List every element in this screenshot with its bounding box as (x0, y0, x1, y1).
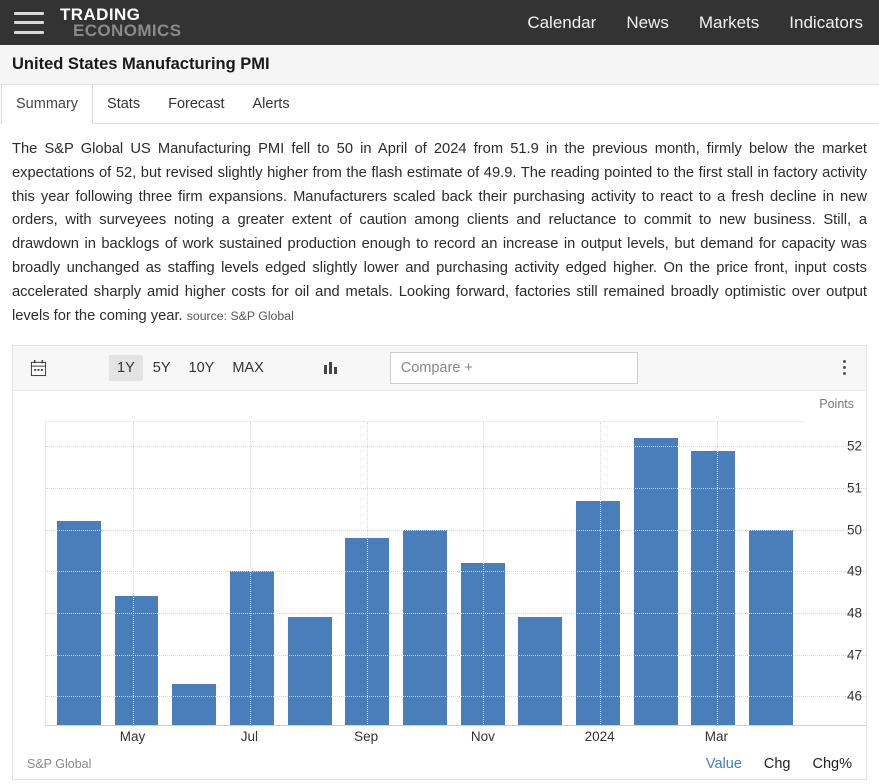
chart-card: 1Y 5Y 10Y MAX Points 52515049484746 M (12, 344, 867, 780)
bar-slot (165, 422, 223, 726)
bar-slot (627, 422, 685, 726)
bar-slot (512, 422, 570, 726)
x-gridline (483, 421, 485, 726)
chart-footer: S&P Global Value Chg Chg% (13, 749, 866, 779)
bar[interactable] (114, 596, 159, 726)
x-gridline (599, 421, 601, 726)
bar[interactable] (287, 617, 332, 726)
x-axis-tick-label: Jul (240, 728, 258, 744)
tab-alerts[interactable]: Alerts (239, 85, 304, 123)
bar[interactable] (518, 617, 563, 726)
y-gridline (46, 654, 866, 656)
y-axis-tick-label: 50 (846, 522, 862, 538)
plot-area: Points 52 51 50 49 48 47 46 May Jul Sep Nov 2024 Ma… (13, 391, 866, 779)
compare-input[interactable] (400, 359, 637, 376)
page-title-bar: United States Manufacturing PMI (0, 45, 879, 85)
primary-nav: Calendar News Markets Indicators (527, 13, 863, 33)
y-gridline (46, 613, 866, 615)
compare-field[interactable] (389, 351, 638, 384)
hamburger-menu-icon[interactable] (14, 11, 44, 34)
x-gridline (716, 421, 718, 726)
summary-paragraph: The S&P Global US Manufacturing PMI fell… (0, 124, 879, 333)
metric-link-chg[interactable]: Chg (764, 756, 791, 772)
chart-unit-label: Points (819, 396, 854, 411)
kebab-dot (842, 366, 846, 369)
nav-link-markets[interactable]: Markets (699, 13, 759, 33)
x-axis-tick-label: May (119, 728, 146, 744)
bar[interactable] (56, 521, 101, 726)
x-axis-labels: May Jul Sep Nov 2024 Mar (45, 729, 804, 749)
kebab-dot (842, 372, 846, 375)
bar-slot (50, 422, 108, 726)
x-gridline (133, 421, 135, 726)
x-axis-line (46, 724, 866, 726)
tab-stats[interactable]: Stats (93, 85, 154, 123)
metric-link-value[interactable]: Value (706, 756, 742, 772)
y-gridline (46, 446, 866, 448)
hamburger-bar (14, 21, 44, 24)
bar-slot (569, 422, 627, 726)
kebab-menu-icon[interactable] (832, 354, 856, 382)
calendar-icon[interactable] (21, 352, 55, 384)
y-gridline (46, 571, 866, 573)
range-button-max[interactable]: MAX (224, 355, 271, 381)
bar-slot (108, 422, 166, 726)
x-axis-tick-label: Sep (354, 728, 379, 744)
hamburger-bar (14, 11, 44, 15)
y-axis-tick-label: 47 (846, 647, 862, 663)
bar-chart-icon[interactable] (314, 352, 348, 384)
top-navbar: TRADING ECONOMICS Calendar News Markets … (0, 0, 879, 45)
x-gridline (250, 421, 252, 726)
chart-source-label: S&P Global (27, 756, 92, 771)
bar[interactable] (229, 571, 274, 726)
y-axis-tick-label: 52 (846, 438, 862, 454)
nav-link-news[interactable]: News (626, 13, 669, 33)
summary-source: source: S&P Global (186, 308, 294, 323)
tab-summary[interactable]: Summary (1, 85, 94, 124)
bar-slot (685, 422, 743, 726)
y-gridline (46, 488, 866, 490)
range-button-1y[interactable]: 1Y (109, 354, 143, 381)
range-button-5y[interactable]: 5Y (145, 355, 179, 381)
hamburger-bar (14, 30, 44, 34)
x-axis-tick-label: 2024 (584, 728, 615, 744)
chart-toolbar: 1Y 5Y 10Y MAX (13, 345, 866, 391)
range-button-10y[interactable]: 10Y (181, 355, 223, 381)
x-axis-tick-label: Nov (470, 728, 495, 744)
page-title: United States Manufacturing PMI (12, 55, 270, 73)
bar[interactable] (172, 683, 217, 726)
bar[interactable] (633, 438, 678, 726)
bar-slot (396, 422, 454, 726)
x-axis-tick-label: Mar (704, 728, 729, 744)
bar-slot (281, 422, 339, 726)
chart-plot[interactable]: 52 51 50 49 48 47 46 (45, 420, 866, 726)
y-gridline (46, 529, 866, 531)
tab-forecast[interactable]: Forecast (154, 85, 238, 123)
tab-bar: Summary Stats Forecast Alerts (0, 85, 879, 124)
metric-link-chgpct[interactable]: Chg% (813, 756, 853, 772)
y-gridline (46, 696, 866, 698)
nav-link-indicators[interactable]: Indicators (789, 13, 863, 33)
bar-series (46, 422, 804, 726)
bar[interactable] (691, 450, 736, 726)
y-axis-tick-label: 49 (846, 563, 862, 579)
y-axis-tick-label: 51 (846, 480, 862, 496)
range-selector: 1Y 5Y 10Y MAX (109, 354, 272, 381)
y-axis-tick-label: 46 (846, 688, 862, 704)
summary-body: The S&P Global US Manufacturing PMI fell… (12, 141, 867, 324)
x-gridline (366, 421, 368, 726)
bar-slot (742, 422, 800, 726)
kebab-dot (842, 360, 846, 363)
logo-line-economics: ECONOMICS (73, 21, 182, 40)
chart-metric-links: Value Chg Chg% (706, 756, 852, 772)
site-logo[interactable]: TRADING ECONOMICS (60, 6, 181, 39)
y-axis-tick-label: 48 (846, 605, 862, 621)
nav-link-calendar[interactable]: Calendar (527, 13, 596, 33)
bar-slot (223, 422, 281, 726)
